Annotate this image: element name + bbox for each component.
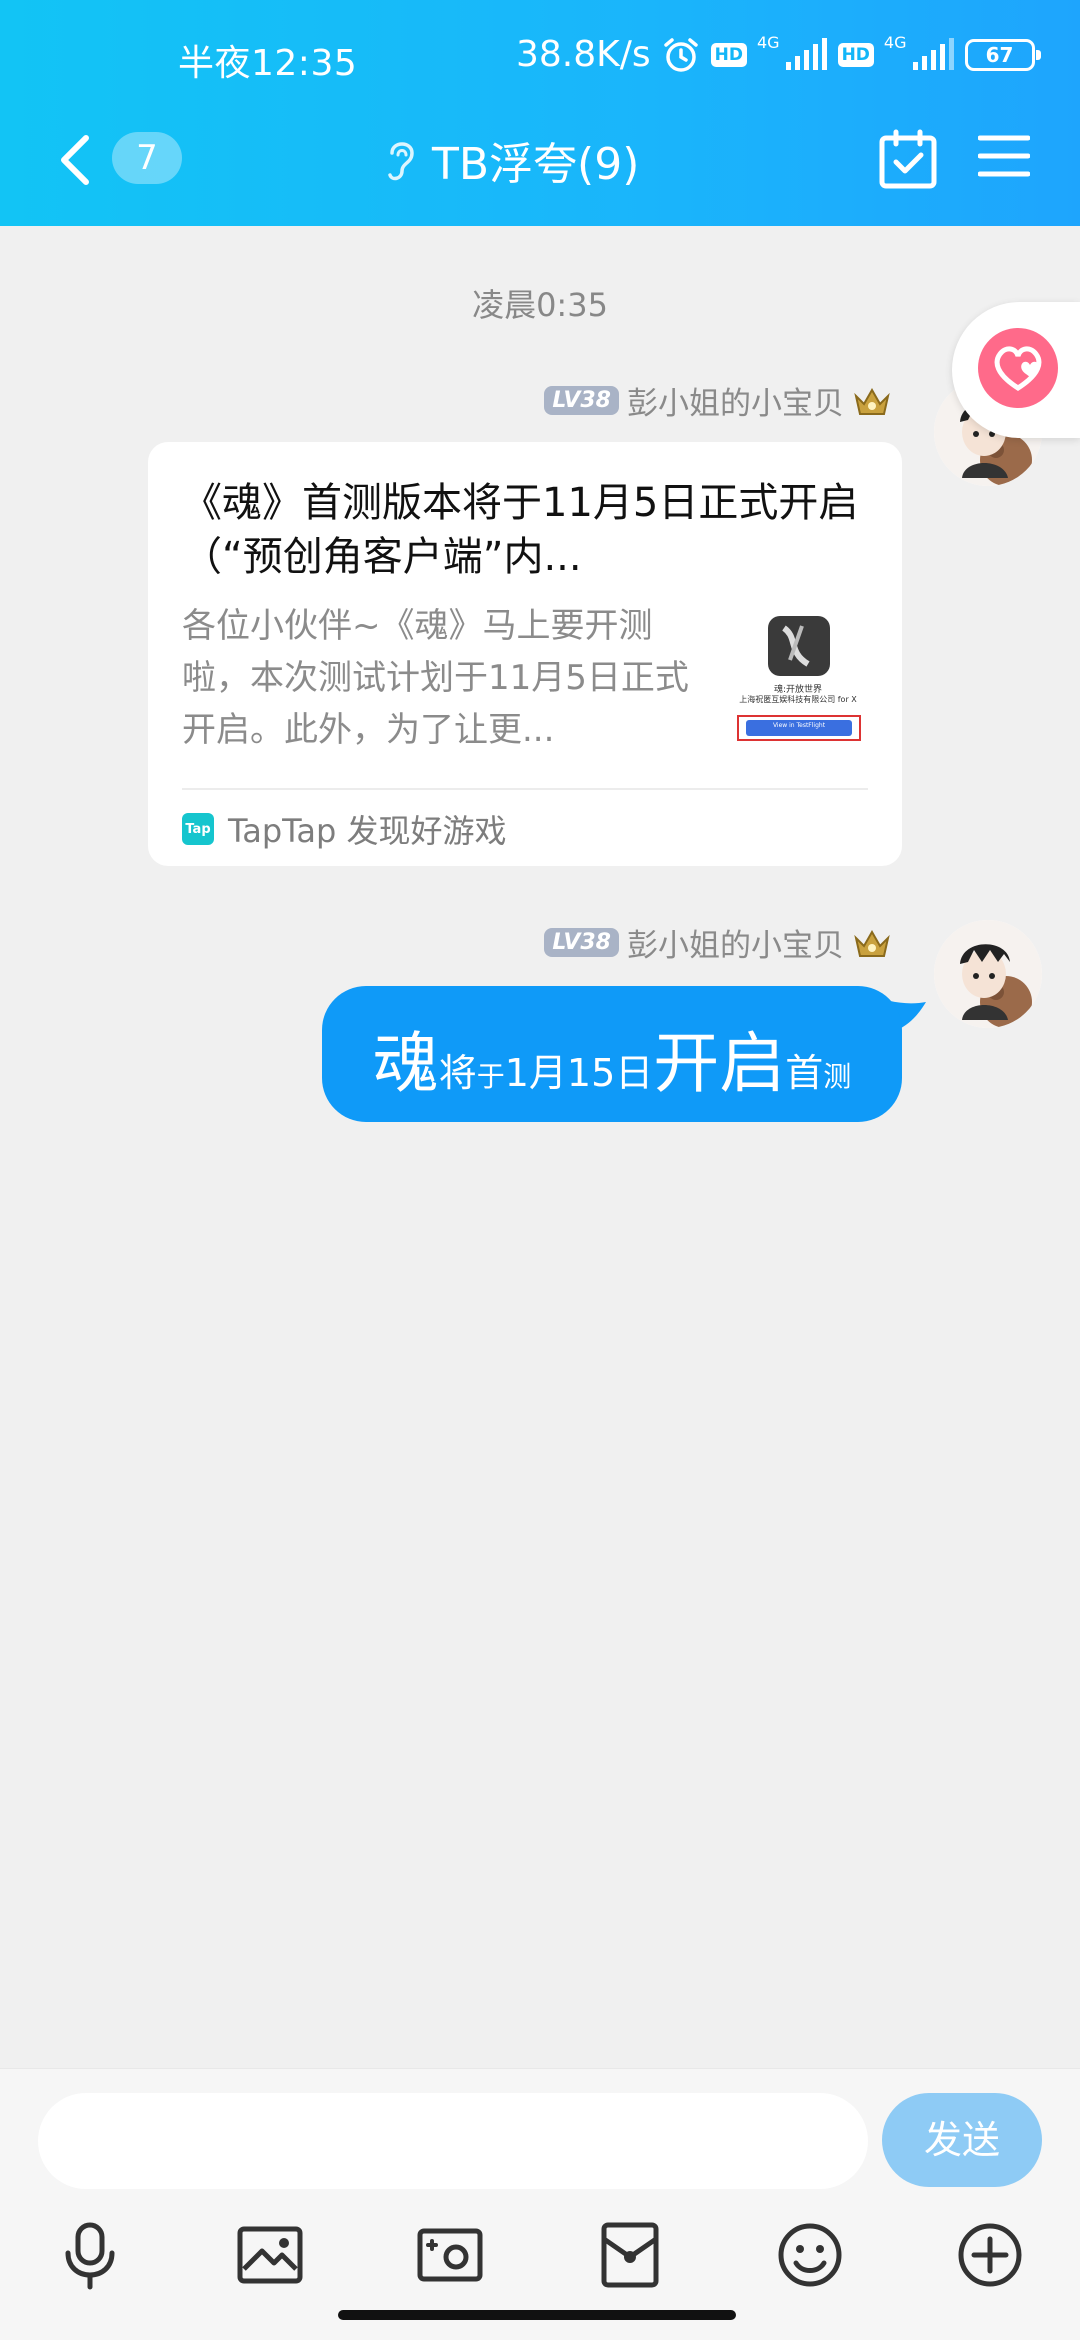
mic-icon[interactable] <box>54 2219 126 2291</box>
image-icon[interactable] <box>234 2219 306 2291</box>
bubble-text: 首 <box>785 1051 824 1095</box>
calendar-check-icon[interactable] <box>878 128 938 190</box>
bubble-text: 魂 <box>372 1025 439 1102</box>
home-indicator[interactable] <box>338 2310 736 2320</box>
level-badge: LV38 <box>544 928 619 957</box>
message-timestamp: 凌晨0:35 <box>472 286 608 324</box>
status-time: 半夜12:35 <box>178 43 358 84</box>
chat-title-area[interactable]: TB浮夸(9) <box>384 128 639 192</box>
ear-icon <box>388 142 414 181</box>
bubble-text: 测 <box>823 1060 852 1093</box>
taptap-logo-icon: Tap <box>182 813 214 845</box>
network-type: 4G <box>757 33 780 52</box>
status-bar: 半夜12:35 38.8K/s HD 4G HD 4G 67 <box>0 30 1080 90</box>
crown-badge-icon <box>854 929 890 957</box>
level-badge: LV38 <box>544 386 619 415</box>
signal-icon-2 <box>912 37 954 70</box>
red-packet-icon[interactable] <box>594 2219 666 2291</box>
hd-badge: HD <box>710 42 747 67</box>
input-area: 发送 <box>0 2068 1080 2340</box>
network-speed: 38.8K/s <box>516 34 651 75</box>
bubble-text: 将 <box>438 1051 477 1095</box>
top-bar: 半夜12:35 38.8K/s HD 4G HD 4G 67 7 TB浮夸(9) <box>0 0 1080 226</box>
message-input[interactable] <box>38 2093 868 2189</box>
message-bubble[interactable]: 魂 将 于 1月15日 开启 首 测 <box>322 986 902 1122</box>
thumb-caption-2: 上海祝匿互娱科技有限公司 for X <box>739 695 857 704</box>
chat-title: TB浮夸(9) <box>432 139 640 190</box>
camera-icon[interactable] <box>414 2219 486 2291</box>
unread-count-badge[interactable]: 7 <box>112 132 182 184</box>
crown-badge-icon <box>854 387 890 415</box>
menu-icon[interactable] <box>978 134 1030 178</box>
bubble-text: 开启 <box>653 1025 786 1102</box>
sender-info-2: LV38 彭小姐的小宝贝 <box>544 920 892 965</box>
emoji-icon[interactable] <box>774 2219 846 2291</box>
card-title: 《魂》首测版本将于11月5日正式开启（“预创角客户端”内... <box>182 480 859 580</box>
bubble-text: 1月15日 <box>504 1051 654 1095</box>
nav-bar: 7 TB浮夸(9) <box>0 118 1080 202</box>
sender-info: LV38 彭小姐的小宝贝 <box>544 378 892 423</box>
plus-icon[interactable] <box>954 2219 1026 2291</box>
network-type-2: 4G <box>883 33 907 52</box>
battery-level: 67 <box>985 42 1014 67</box>
battery-icon: 67 <box>964 38 1041 71</box>
favorite-float-button[interactable] <box>952 302 1080 438</box>
signal-icon <box>785 37 827 70</box>
input-toolbar <box>0 2219 1080 2299</box>
card-source-text: TapTap 发现好游戏 <box>228 812 507 850</box>
thumb-button-text: View in TestFlight <box>772 722 826 729</box>
sender-name[interactable]: 彭小姐的小宝贝 <box>627 378 844 423</box>
bubble-text: 于 <box>476 1060 505 1093</box>
avatar-image <box>934 920 1042 1028</box>
heart-icon <box>978 328 1058 408</box>
card-description: 各位小伙伴~《魂》马上要开测啦，本次测试计划于11月5日正式开启。此外，为了让更… <box>182 606 689 750</box>
hd-badge-2: HD <box>837 42 874 67</box>
send-button[interactable]: 发送 <box>882 2093 1042 2187</box>
card-thumbnail: 魂:开放世界 上海祝匿互娱科技有限公司 for X View in TestFl… <box>728 608 868 748</box>
shared-link-card[interactable]: 《魂》首测版本将于11月5日正式开启（“预创角客户端”内... 各位小伙伴~《魂… <box>148 442 902 866</box>
card-source: Tap TapTap 发现好游戏 <box>182 806 507 852</box>
avatar-2[interactable] <box>934 920 1042 1028</box>
status-indicators: 38.8K/s HD 4G HD 4G 67 <box>516 33 1041 75</box>
alarm-icon <box>663 37 698 72</box>
back-arrow-icon[interactable] <box>56 132 96 188</box>
card-divider <box>182 788 868 790</box>
sender-name[interactable]: 彭小姐的小宝贝 <box>627 920 844 965</box>
